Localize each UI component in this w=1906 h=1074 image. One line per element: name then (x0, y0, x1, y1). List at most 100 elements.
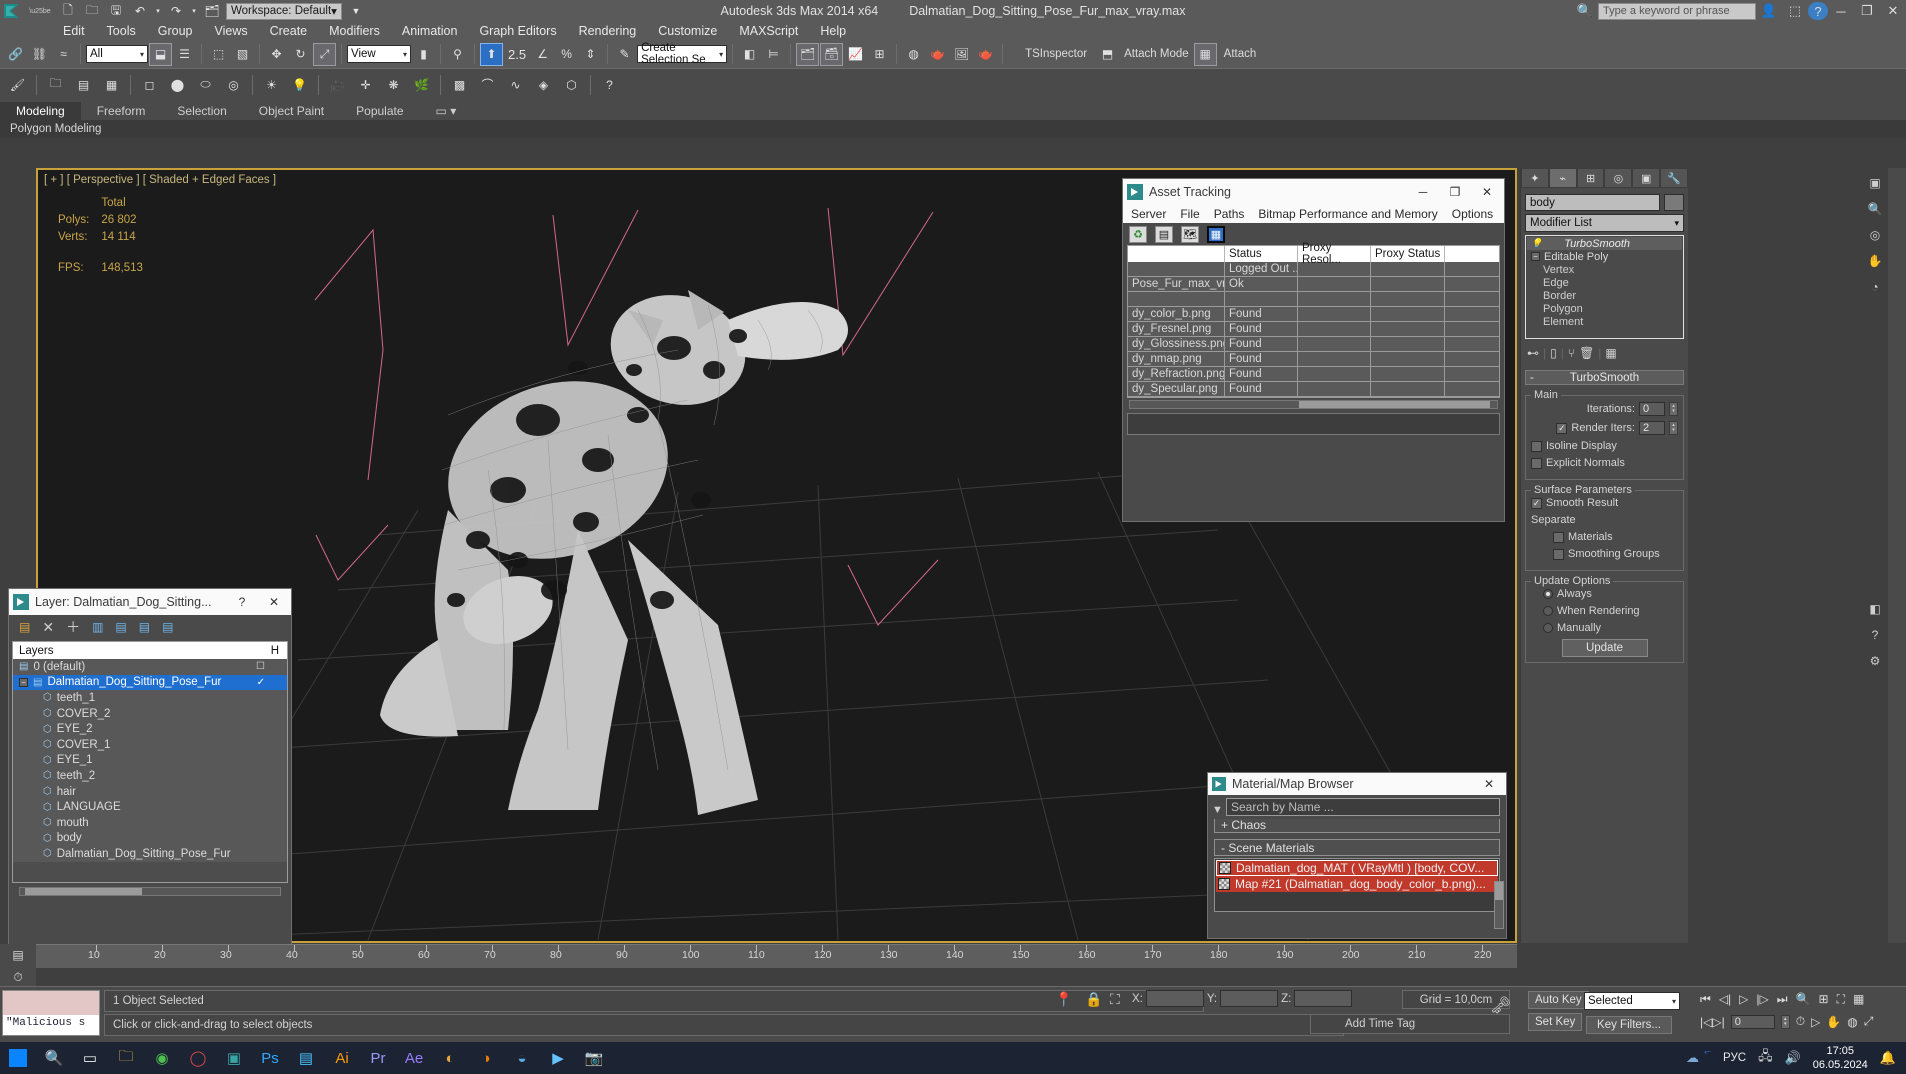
redo-dropdown-icon[interactable]: ▾ (190, 2, 198, 20)
help-icon[interactable]: ? (1808, 2, 1828, 20)
render-iters-spinner[interactable]: ▴ ▾ (1669, 421, 1678, 435)
select-link-icon[interactable]: 🔗 (4, 43, 27, 66)
asset-table-row[interactable]: dy_nmap.png Found (1128, 352, 1499, 367)
turbosmooth-icon[interactable]: ◈ (530, 71, 557, 98)
update-button[interactable]: Update (1561, 639, 1648, 657)
asset-table-row[interactable]: Logged Out ... (1128, 262, 1499, 277)
layer-row[interactable]: − ▤ Dalmatian_Dog_Sitting_Pose_Fur ✓ (13, 674, 287, 691)
menu-item-rendering[interactable]: Rendering (568, 22, 648, 40)
taskbar-clock[interactable]: 17:05 06.05.2024 (1813, 1044, 1868, 1072)
stack-item-turbosmooth[interactable]: 💡 TurboSmooth (1527, 237, 1682, 250)
asset-tracking-close[interactable]: ✕ (1474, 180, 1500, 204)
maxscript-mini-listener[interactable]: "Malicious s (2, 990, 100, 1036)
next-frame-icon[interactable]: |▷ (1756, 992, 1768, 1007)
zoom-all-icon[interactable]: ⊞ (1819, 992, 1829, 1007)
onedrive-icon[interactable]: ☁ (1686, 1050, 1699, 1066)
viewcube-icon[interactable]: ◧ (1864, 598, 1886, 620)
render-setup-icon[interactable]: 🫖 (926, 43, 949, 66)
layer-object-row[interactable]: ⬡ hair (13, 784, 287, 800)
task-view-icon[interactable]: ▭ (72, 1042, 108, 1074)
percent-snap-icon[interactable]: % (555, 43, 578, 66)
attach-mode-icon[interactable]: ⬒ (1096, 43, 1119, 66)
materials-checkbox[interactable] (1553, 531, 1564, 543)
search-icon[interactable]: 🔍 (36, 1042, 72, 1074)
torus-primitive-icon[interactable]: ◎ (220, 71, 247, 98)
stack-subitem-element[interactable]: Element (1527, 315, 1682, 328)
asset-menu-bitmap-performance-and-memory[interactable]: Bitmap Performance and Memory (1258, 207, 1437, 221)
bend-modifier-icon[interactable]: ⌒ (474, 71, 501, 98)
layer-properties-icon[interactable]: ▤ (162, 620, 173, 634)
mirror-icon[interactable]: ◧ (738, 43, 761, 66)
update-always-radio[interactable] (1543, 589, 1553, 599)
maximize-viewport-icon[interactable]: ▣ (1864, 172, 1886, 194)
smooth-result-checkbox[interactable]: ✓ (1531, 497, 1542, 509)
scene-explorer-icon[interactable]: 🗃 (820, 42, 844, 66)
highlight-selected-icon[interactable]: ▤ (115, 620, 126, 634)
add-selected-icon[interactable]: ＋ (66, 617, 80, 637)
attach-mode-label[interactable]: Attach Mode (1120, 48, 1193, 60)
open-file-icon[interactable]: 🗀 (82, 2, 102, 20)
layer-object-row[interactable]: ⬡ teeth_2 (13, 768, 287, 784)
asset-table-row[interactable]: dy_Fresnel.png Found (1128, 322, 1499, 337)
asset-table-row[interactable]: dy_color_b.png Found (1128, 307, 1499, 322)
photoshop-icon[interactable]: Ps (252, 1042, 288, 1074)
asset-table-row[interactable]: dy_Glossiness.png Found (1128, 337, 1499, 352)
rollup-header[interactable]: - TurboSmooth (1525, 370, 1684, 385)
key-mode-combo[interactable]: Selected ▾ (1584, 992, 1680, 1010)
tab-hierarchy[interactable]: ⊞ (1576, 168, 1605, 188)
update-always-row[interactable]: Always (1531, 588, 1678, 600)
layer-list[interactable]: Layers H ▤ 0 (default) ☐ − ▤ Dalmatian_Dog_Si… (12, 641, 288, 883)
camera-icon[interactable]: 📷 (576, 1042, 612, 1074)
shell-modifier-icon[interactable]: ⬡ (558, 71, 585, 98)
app-logo-icon[interactable]: \u25be (0, 0, 52, 22)
selection-lock-pin-icon[interactable]: 📍 (1055, 991, 1072, 1008)
attach-label[interactable]: Attach (1218, 48, 1263, 60)
stack-subitem-edge[interactable]: Edge (1527, 276, 1682, 289)
help-side-icon[interactable]: ? (1864, 624, 1886, 646)
prev-frame-icon[interactable]: ◁| (1719, 992, 1731, 1007)
set-project-icon[interactable]: 🗂 (202, 2, 222, 20)
layer-row[interactable]: ▤ 0 (default) ☐ (13, 659, 287, 675)
ribbon-overflow-icon[interactable]: ▭ ▾ (420, 102, 473, 120)
camera-icon[interactable]: 🎥 (324, 71, 351, 98)
layer-dialog-titlebar[interactable]: Layer: Dalmatian_Dog_Sitting... ? ✕ (9, 589, 291, 615)
selection-lock-icon[interactable]: 🔒 (1085, 991, 1102, 1008)
close-button[interactable]: ✕ (1880, 0, 1906, 22)
angle-snap-icon[interactable]: ∠ (531, 43, 554, 66)
iterations-spinner[interactable]: ▴ ▾ (1669, 402, 1678, 416)
material-map-browser-dialog[interactable]: Material/Map Browser ✕ ▼ Search by Name … (1207, 772, 1507, 939)
asset-tracking-dialog[interactable]: Asset Tracking ─ ❐ ✕ Server File Paths Bitm… (1122, 178, 1505, 522)
field-of-view-icon[interactable]: ◔ (1864, 276, 1886, 298)
layer-manager-icon[interactable]: 🗂 (796, 42, 820, 66)
workspace-menu-icon[interactable]: ▼ (346, 2, 366, 20)
rectangular-selection-icon[interactable]: ⬚ (207, 43, 230, 66)
menu-item-maxscript[interactable]: MAXScript (728, 22, 809, 40)
menu-item-animation[interactable]: Animation (391, 22, 469, 40)
update-when-rendering-row[interactable]: When Rendering (1531, 605, 1678, 617)
select-and-rotate-icon[interactable]: ↻ (289, 43, 312, 66)
autokey-button[interactable]: Auto Key (1528, 991, 1589, 1009)
target-light-icon[interactable]: 💡 (286, 71, 313, 98)
smoothing-groups-checkbox[interactable] (1553, 548, 1564, 560)
material-editor-icon[interactable]: ◍ (902, 43, 925, 66)
premiere-icon[interactable]: Pr (360, 1042, 396, 1074)
folder-icon[interactable]: 🗀 (108, 1042, 144, 1074)
asset-menu-server[interactable]: Server (1131, 207, 1166, 221)
tsinspector-label[interactable]: TSInspector (1017, 48, 1095, 60)
particles-icon[interactable]: ❋ (380, 71, 407, 98)
lightbulb-icon[interactable]: 💡 (1531, 238, 1542, 249)
tab-utilities[interactable]: 🔧 (1660, 168, 1688, 188)
chaos-group-header[interactable]: + Chaos (1214, 819, 1500, 833)
helpers-icon[interactable]: ✛ (352, 71, 379, 98)
ribbon-tab-populate[interactable]: Populate (340, 102, 419, 120)
refresh-icon[interactable]: ♻ (1129, 225, 1147, 243)
absolute-relative-icon[interactable]: ⛶ (1110, 991, 1120, 1008)
tab-display[interactable]: ▣ (1632, 168, 1661, 188)
iterations-field[interactable]: 0 (1639, 402, 1665, 416)
key-filters-button[interactable]: Key Filters... (1586, 1016, 1672, 1034)
y-field[interactable] (1220, 990, 1279, 1007)
scene-materials-group-header[interactable]: - Scene Materials (1214, 839, 1500, 856)
bind-space-warp-icon[interactable]: ≈ (52, 43, 75, 66)
ribbon-subtab-label[interactable]: Polygon Modeling (0, 123, 111, 135)
material-browser-close[interactable]: ✕ (1476, 772, 1502, 796)
